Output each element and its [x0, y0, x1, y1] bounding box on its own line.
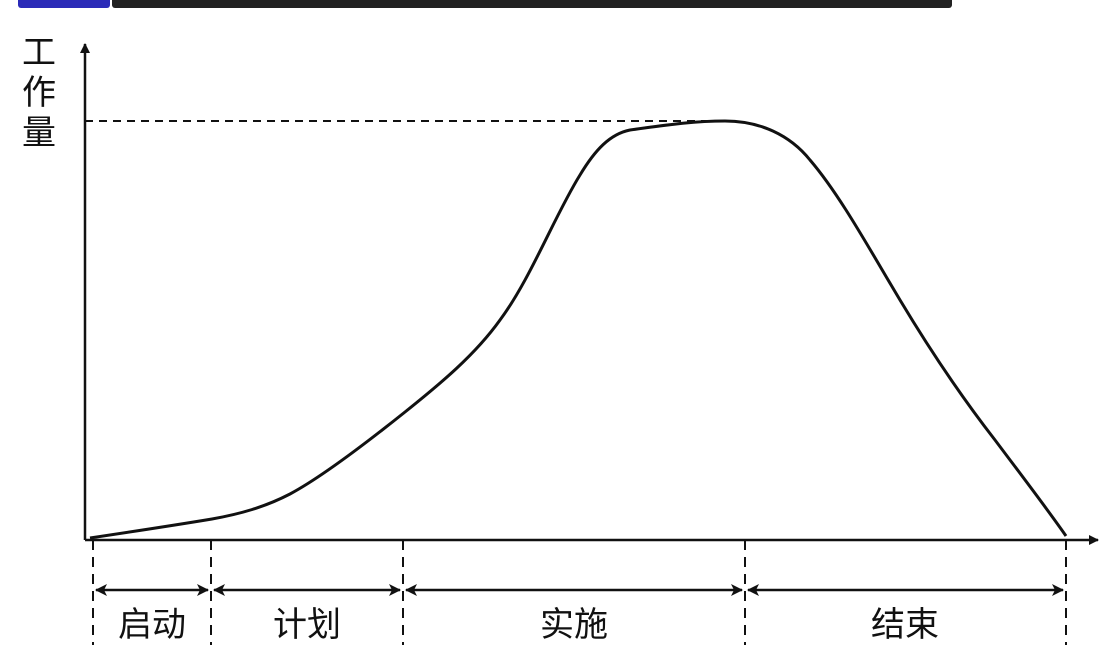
phase-label-planning: 计划	[273, 605, 341, 645]
phase-label-startup: 启动	[118, 605, 186, 645]
y-axis-label-char-1: 工	[22, 33, 56, 73]
y-axis-label-char-3: 量	[22, 113, 56, 153]
phase-label-execution: 实施	[540, 605, 608, 645]
workload-curve	[89, 119, 1068, 540]
phase-label-closing: 结束	[871, 605, 939, 645]
y-axis-label-char-2: 作	[22, 73, 56, 113]
project-lifecycle-diagram: 工 作 量 启动 计划 实施 结束	[22, 33, 1099, 645]
